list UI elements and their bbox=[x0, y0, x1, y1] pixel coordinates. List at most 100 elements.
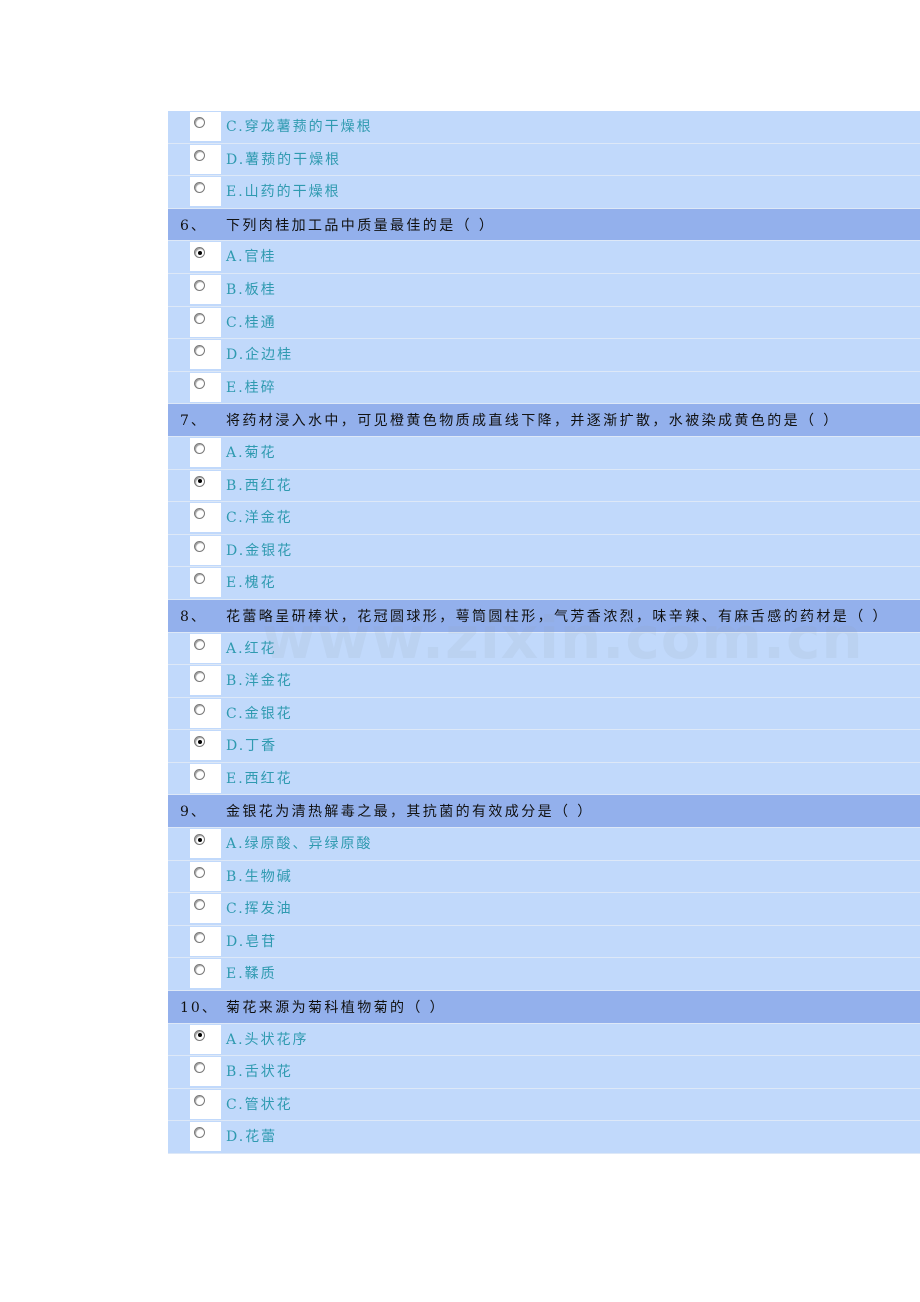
question-number: 6、 bbox=[180, 217, 207, 234]
option-row: D.企边桂 bbox=[168, 339, 920, 372]
option-row: A.头状花序 bbox=[168, 1023, 920, 1057]
option-label[interactable]: B.洋金花 bbox=[222, 665, 293, 697]
option-label[interactable]: D.丁香 bbox=[222, 730, 277, 762]
question-number: 9、 bbox=[180, 804, 207, 821]
question-text: 金银花为清热解毒之最，其抗菌的有效成分是（ ） bbox=[226, 804, 594, 821]
option-row: C.穿龙薯蓣的干燥根 bbox=[168, 111, 920, 144]
question-text: 下列肉桂加工品中质量最佳的是（ ） bbox=[226, 217, 496, 234]
option-row: B.舌状花 bbox=[168, 1056, 920, 1089]
radio-button[interactable] bbox=[194, 149, 205, 161]
radio-button[interactable] bbox=[194, 345, 205, 357]
radio-button[interactable] bbox=[194, 866, 205, 878]
radio-button[interactable] bbox=[194, 377, 205, 389]
option-label[interactable]: D.企边桂 bbox=[222, 339, 293, 371]
option-label[interactable]: C.管状花 bbox=[222, 1089, 293, 1121]
radio-button[interactable] bbox=[194, 442, 205, 454]
option-label[interactable]: C.挥发油 bbox=[222, 893, 293, 925]
radio-cell bbox=[168, 502, 222, 534]
radio-box bbox=[190, 894, 221, 924]
option-label[interactable]: C.洋金花 bbox=[222, 502, 293, 534]
option-row: D.皂苷 bbox=[168, 925, 920, 959]
radio-button[interactable] bbox=[194, 931, 205, 943]
option-label[interactable]: B.板桂 bbox=[222, 274, 277, 306]
option-row: E.西红花 bbox=[168, 762, 920, 796]
radio-button[interactable] bbox=[194, 899, 205, 911]
question-row: 10、 菊花来源为菊科植物菊的（ ） bbox=[168, 991, 920, 1024]
radio-button-checked[interactable] bbox=[194, 1029, 205, 1041]
radio-button[interactable] bbox=[194, 671, 205, 683]
radio-cell bbox=[168, 470, 222, 502]
option-row: A.绿原酸、异绿原酸 bbox=[168, 828, 920, 861]
radio-cell bbox=[168, 144, 222, 176]
radio-box bbox=[190, 112, 221, 141]
radio-button[interactable] bbox=[194, 508, 205, 520]
option-label[interactable]: B.生物碱 bbox=[222, 861, 293, 893]
radio-button[interactable] bbox=[194, 279, 205, 291]
radio-button-checked[interactable] bbox=[194, 736, 205, 748]
radio-button[interactable] bbox=[194, 117, 205, 128]
quiz-table: C.穿龙薯蓣的干燥根 D.薯蓣的干燥根 E.山药的干燥根 6、 下列肉桂加工品中质量最佳… bbox=[168, 111, 920, 1154]
option-label[interactable]: A.头状花序 bbox=[222, 1024, 309, 1056]
radio-dot-icon bbox=[197, 250, 202, 255]
option-label[interactable]: D.金银花 bbox=[222, 535, 293, 567]
option-row: B.板桂 bbox=[168, 273, 920, 307]
option-label[interactable]: C.穿龙薯蓣的干燥根 bbox=[222, 111, 373, 143]
radio-button-checked[interactable] bbox=[194, 247, 205, 259]
option-label[interactable]: A.菊花 bbox=[222, 437, 277, 469]
radio-cell bbox=[168, 339, 222, 371]
option-label[interactable]: C.金银花 bbox=[222, 698, 293, 730]
radio-box bbox=[190, 437, 221, 467]
radio-button[interactable] bbox=[194, 540, 205, 552]
option-label[interactable]: D.花蕾 bbox=[222, 1121, 277, 1153]
radio-button[interactable] bbox=[194, 1127, 205, 1139]
option-row: D.金银花 bbox=[168, 534, 920, 568]
option-label[interactable]: D.薯蓣的干燥根 bbox=[222, 144, 341, 176]
option-label[interactable]: B.舌状花 bbox=[222, 1056, 293, 1088]
radio-button-checked[interactable] bbox=[194, 834, 205, 846]
option-row: A.红花 bbox=[168, 632, 920, 666]
radio-box bbox=[190, 959, 221, 989]
radio-button[interactable] bbox=[194, 1062, 205, 1074]
option-label[interactable]: D.皂苷 bbox=[222, 926, 277, 958]
radio-button[interactable] bbox=[194, 703, 205, 715]
radio-button[interactable] bbox=[194, 1094, 205, 1106]
option-row: A.官桂 bbox=[168, 241, 920, 274]
radio-button[interactable] bbox=[194, 182, 205, 194]
radio-button[interactable] bbox=[194, 964, 205, 976]
radio-box bbox=[190, 926, 221, 956]
option-label[interactable]: E.西红花 bbox=[222, 763, 293, 795]
radio-button[interactable] bbox=[194, 573, 205, 585]
option-label[interactable]: A.绿原酸、异绿原酸 bbox=[222, 828, 373, 860]
option-label[interactable]: C.桂通 bbox=[222, 307, 277, 339]
option-label[interactable]: E.桂碎 bbox=[222, 372, 277, 404]
option-row: B.生物碱 bbox=[168, 860, 920, 894]
question-text: 花蕾略呈研棒状，花冠圆球形，萼筒圆柱形，气芳香浓烈，味辛辣、有麻舌感的药材是（ … bbox=[226, 608, 889, 625]
radio-button[interactable] bbox=[194, 768, 205, 780]
question-row: 8、 花蕾略呈研棒状，花冠圆球形，萼筒圆柱形，气芳香浓烈，味辛辣、有麻舌感的药材是… bbox=[168, 599, 920, 633]
question-row: 7、 将药材浸入水中，可见橙黄色物质成直线下降，并逐渐扩散，水被染成黄色的是（ ） bbox=[168, 404, 920, 437]
option-label[interactable]: A.官桂 bbox=[222, 241, 277, 273]
radio-cell bbox=[168, 698, 222, 730]
question-row: 6、 下列肉桂加工品中质量最佳的是（ ） bbox=[168, 208, 920, 242]
option-label[interactable]: E.鞣质 bbox=[222, 958, 277, 990]
radio-cell bbox=[168, 1024, 222, 1056]
radio-cell bbox=[168, 437, 222, 469]
radio-box bbox=[190, 829, 221, 859]
radio-button[interactable] bbox=[194, 312, 205, 324]
radio-box bbox=[190, 372, 221, 402]
radio-cell bbox=[168, 665, 222, 697]
radio-box bbox=[190, 144, 221, 174]
option-row: C.挥发油 bbox=[168, 893, 920, 926]
option-row: D.薯蓣的干燥根 bbox=[168, 143, 920, 177]
radio-box bbox=[190, 731, 221, 761]
option-label[interactable]: E.山药的干燥根 bbox=[222, 176, 341, 208]
radio-button[interactable] bbox=[194, 638, 205, 650]
radio-button-checked[interactable] bbox=[194, 475, 205, 487]
option-label[interactable]: B.西红花 bbox=[222, 470, 293, 502]
option-row: E.山药的干燥根 bbox=[168, 176, 920, 209]
radio-cell bbox=[168, 828, 222, 860]
option-label[interactable]: E.槐花 bbox=[222, 567, 277, 599]
option-label[interactable]: A.红花 bbox=[222, 633, 277, 665]
radio-cell bbox=[168, 958, 222, 990]
radio-box bbox=[190, 568, 221, 598]
